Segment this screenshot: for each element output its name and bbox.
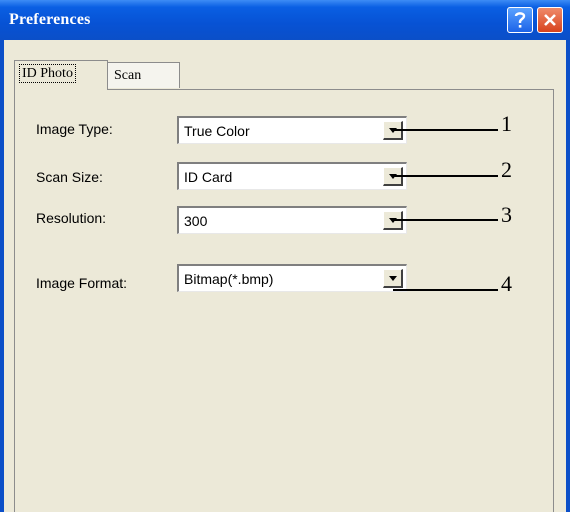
image-format-select[interactable]: Bitmap(*.bmp) xyxy=(177,264,407,292)
image-format-label: Image Format: xyxy=(36,275,128,291)
callout-line-2 xyxy=(393,175,498,177)
callout-number-4: 4 xyxy=(501,271,512,296)
tab-panel xyxy=(14,89,554,512)
tab-scan-label: Scan xyxy=(114,68,142,83)
window-right-border xyxy=(566,40,570,512)
scan-size-label: Scan Size: xyxy=(36,169,103,185)
help-button[interactable] xyxy=(507,7,533,33)
callout-line-1 xyxy=(393,129,498,131)
chevron-down-icon xyxy=(388,275,397,281)
scan-size-value: ID Card xyxy=(184,169,233,185)
title-bar[interactable]: Preferences xyxy=(0,0,570,40)
image-type-label: Image Type: xyxy=(36,121,113,137)
tab-id-photo[interactable]: ID Photo xyxy=(14,60,108,90)
callout-number-1: 1 xyxy=(501,111,512,136)
tab-scan[interactable]: Scan xyxy=(108,62,180,88)
close-button[interactable] xyxy=(537,7,563,33)
callout-number-3: 3 xyxy=(501,202,512,227)
callout-line-3 xyxy=(393,219,498,221)
question-mark-icon xyxy=(514,12,526,28)
resolution-label: Resolution: xyxy=(36,210,107,226)
tab-id-photo-label: ID Photo xyxy=(19,64,76,83)
window-title: Preferences xyxy=(9,11,91,28)
image-format-dropdown-button[interactable] xyxy=(383,269,403,288)
image-type-value: True Color xyxy=(184,123,250,139)
resolution-value: 300 xyxy=(184,213,208,229)
image-type-select[interactable]: True Color xyxy=(177,116,407,144)
close-x-icon xyxy=(544,14,556,26)
scan-size-select[interactable]: ID Card xyxy=(177,162,407,190)
preferences-dialog: Preferences ID Photo Scan Image Type: Tr… xyxy=(0,0,570,512)
callout-line-4 xyxy=(393,289,498,291)
image-format-value: Bitmap(*.bmp) xyxy=(184,271,274,287)
resolution-select[interactable]: 300 xyxy=(177,206,407,234)
window-left-border xyxy=(0,40,4,512)
callout-number-2: 2 xyxy=(501,157,512,182)
